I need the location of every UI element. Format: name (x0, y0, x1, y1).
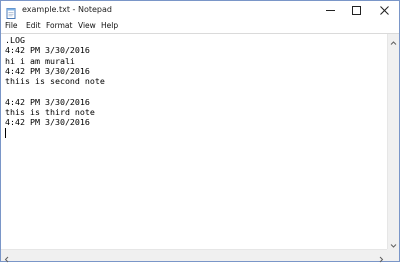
scrollbar-corner (387, 249, 399, 261)
maximize-icon (352, 6, 361, 15)
text-line: 4:42 PM 3/30/2016 (5, 96, 90, 107)
minimize-button[interactable] (317, 1, 344, 19)
close-icon (380, 6, 389, 15)
menu-file[interactable]: File (5, 20, 18, 32)
text-line: this is third note (5, 107, 95, 118)
text-caret (5, 127, 6, 138)
scroll-up-button[interactable] (388, 34, 399, 46)
text-line (5, 86, 385, 96)
editor-frame: .LOG 4:42 PM 3/30/2016 hi i am murali 4:… (1, 33, 399, 263)
text-line: .LOG (5, 35, 25, 45)
scroll-down-button[interactable] (388, 237, 399, 249)
title-bar[interactable]: example.txt - Notepad (1, 1, 399, 19)
arrow-right-icon (379, 256, 384, 263)
menu-bar: File Edit Format View Help (1, 19, 399, 33)
close-button[interactable] (371, 1, 398, 19)
scroll-right-button[interactable] (375, 250, 387, 263)
menu-edit[interactable]: Edit (26, 20, 41, 32)
text-line: 4:42 PM 3/30/2016 (5, 65, 90, 76)
horizontal-scrollbar[interactable] (1, 249, 387, 263)
maximize-button[interactable] (343, 1, 370, 19)
text-editor[interactable]: .LOG 4:42 PM 3/30/2016 hi i am murali 4:… (5, 35, 385, 249)
arrow-left-icon (4, 256, 9, 263)
scroll-left-button[interactable] (1, 250, 13, 263)
text-line: 4:42 PM 3/30/2016 (5, 45, 90, 56)
menu-format[interactable]: Format (46, 20, 72, 32)
notepad-window: example.txt - Notepad File Edit Format V… (0, 0, 400, 263)
menu-help[interactable]: Help (101, 20, 118, 32)
minimize-icon (326, 10, 335, 11)
text-line: 4:42 PM 3/30/2016 (5, 117, 90, 128)
notepad-icon[interactable] (5, 4, 17, 19)
arrow-up-icon (390, 41, 397, 45)
text-line: hi i am murali (5, 55, 75, 66)
vertical-scrollbar[interactable] (387, 34, 399, 249)
menu-view[interactable]: View (78, 20, 96, 32)
window-title: example.txt - Notepad (22, 5, 112, 14)
text-line: thiis is second note (5, 76, 105, 87)
caret-line (5, 127, 385, 138)
